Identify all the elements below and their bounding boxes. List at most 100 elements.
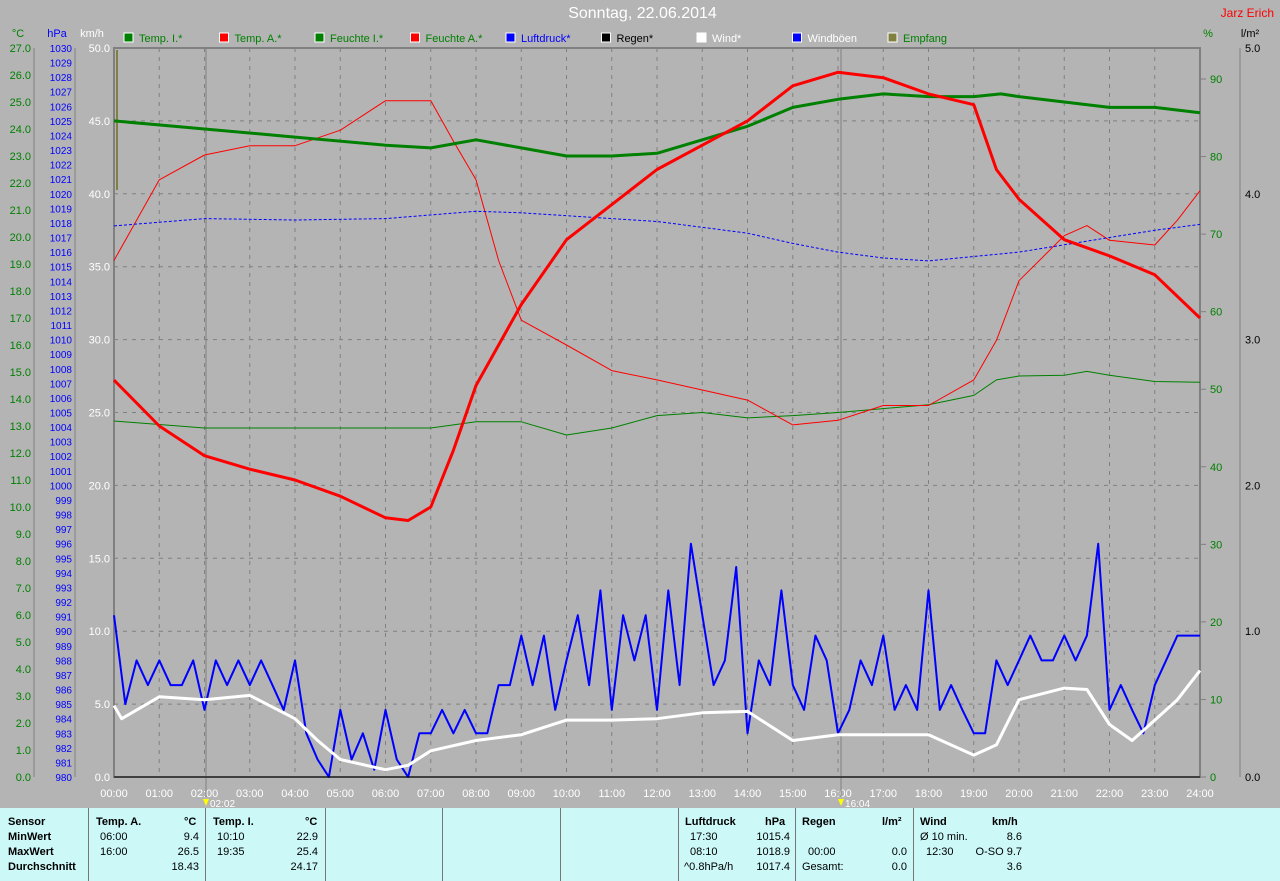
pressure-axis-tick: 1021 xyxy=(50,175,73,186)
pressure-axis-tick: 1025 xyxy=(50,117,73,128)
temp-axis-tick: 11.0 xyxy=(10,475,31,487)
pressure-axis-tick: 1002 xyxy=(50,452,73,463)
wind-axis-tick: 5.0 xyxy=(95,699,110,711)
statistics-table: Sensor MinWert MaxWert Durchschnitt Temp… xyxy=(0,808,1280,881)
pressure-axis-tick: 998 xyxy=(55,511,72,522)
temp-axis-tick: 17.0 xyxy=(10,313,31,325)
humidity-axis-tick: 20 xyxy=(1210,617,1222,629)
legend-label: Empfang xyxy=(903,33,947,45)
legend-swatch xyxy=(505,32,516,43)
legend-swatch xyxy=(601,32,611,43)
pressure-axis-tick: 996 xyxy=(55,540,72,551)
wind-axis-tick: 50.0 xyxy=(89,43,110,55)
pressure-axis-tick: 997 xyxy=(55,525,72,536)
x-tick-label: 22:00 xyxy=(1096,788,1124,800)
pressure-axis-tick: 1003 xyxy=(50,438,73,449)
rain-max-time: 00:00 xyxy=(808,846,836,858)
temp-axis-tick: 23.0 xyxy=(10,151,31,163)
temp-a-min-time: 06:00 xyxy=(100,831,128,843)
pressure-axis-tick: 983 xyxy=(55,729,72,740)
x-tick-label: 19:00 xyxy=(960,788,988,800)
pressure-axis-tick: 988 xyxy=(55,656,72,667)
pressure-axis-tick: 1008 xyxy=(50,365,73,376)
x-tick-label: 06:00 xyxy=(372,788,400,800)
humidity-axis-tick: 90 xyxy=(1210,74,1222,86)
temp-i-avg: 24.17 xyxy=(290,861,318,873)
pressure-axis-tick: 1019 xyxy=(50,204,73,215)
x-tick-label: 05:00 xyxy=(326,788,354,800)
pressure-axis-tick: 1006 xyxy=(50,394,73,405)
pressure-axis-tick: 991 xyxy=(55,613,72,624)
legend-label: Temp. A.* xyxy=(235,33,283,45)
author-label: Jarz Erich xyxy=(1220,6,1274,20)
pressure-trend: ^0.8hPa/h xyxy=(684,861,734,873)
wind-axis-tick: 40.0 xyxy=(89,189,110,201)
wind-unit: km/h xyxy=(992,816,1018,828)
pressure-axis-tick: 985 xyxy=(55,700,72,711)
pressure-axis-tick: 1000 xyxy=(50,481,73,492)
pressure-max-time: 08:10 xyxy=(690,846,718,858)
wind-axis-tick: 30.0 xyxy=(89,335,110,347)
series-feuchte-i xyxy=(113,370,1201,436)
rain-axis-tick: 0.0 xyxy=(1245,772,1260,784)
temp-axis-tick: 21.0 xyxy=(10,205,31,217)
pressure-axis-tick: 1027 xyxy=(50,88,73,99)
humidity-axis-unit: % xyxy=(1203,28,1213,40)
durchschnitt-label: Durchschnitt xyxy=(8,861,76,873)
legend-swatch xyxy=(219,32,229,43)
x-tick-label: 13:00 xyxy=(688,788,716,800)
x-tick-label: 07:00 xyxy=(417,788,445,800)
humidity-axis-tick: 30 xyxy=(1210,539,1222,551)
temp-axis-tick: 25.0 xyxy=(10,97,31,109)
pressure-axis-tick: 986 xyxy=(55,686,72,697)
x-tick-label: 01:00 xyxy=(145,788,173,800)
x-tick-label: 08:00 xyxy=(462,788,490,800)
x-tick-label: 04:00 xyxy=(281,788,309,800)
temp-a-unit: °C xyxy=(184,816,197,828)
temp-axis-tick: 12.0 xyxy=(10,448,31,460)
weather-chart: 00:00 01:00 02:00 03:00 04:00 05:00 06:00 07:00… xyxy=(10,28,1261,808)
wind-header: Wind xyxy=(920,816,947,828)
temp-axis-tick: 15.0 xyxy=(10,367,31,379)
pressure-axis-tick: 1018 xyxy=(50,219,73,230)
rain-total: 0.0 xyxy=(891,861,907,873)
wind-axis-tick: 35.0 xyxy=(89,262,110,274)
temp-axis-tick: 16.0 xyxy=(10,340,31,352)
humidity-axis-tick: 60 xyxy=(1210,307,1222,319)
maxwert-label: MaxWert xyxy=(8,846,54,858)
pressure-axis-tick: 1030 xyxy=(50,44,73,55)
legend-label: Wind* xyxy=(712,33,742,45)
pressure-axis-tick: 1011 xyxy=(50,321,72,332)
temp-axis-tick: 14.0 xyxy=(10,394,31,406)
x-tick-label: 21:00 xyxy=(1050,788,1078,800)
rain-max: 0.0 xyxy=(891,846,907,858)
legend-label: Regen* xyxy=(617,33,654,45)
rain-total-label: Gesamt: xyxy=(802,861,844,873)
temp-axis-tick: 26.0 xyxy=(10,70,31,82)
pressure-axis-tick: 989 xyxy=(55,642,72,653)
temp-axis-tick: 27.0 xyxy=(10,43,31,55)
temp-axis-tick: 9.0 xyxy=(16,529,31,541)
wind-avg: 3.6 xyxy=(1006,861,1022,873)
legend-label: Feuchte A.* xyxy=(426,33,484,45)
humidity-axis-tick: 70 xyxy=(1210,229,1222,241)
temp-i-min-time: 10:10 xyxy=(217,831,245,843)
pressure-axis-tick: 1022 xyxy=(50,161,73,172)
wind-axis-tick: 10.0 xyxy=(89,626,110,638)
sensor-header: Sensor xyxy=(8,816,46,828)
x-tick-label: 23:00 xyxy=(1141,788,1169,800)
pressure-axis-tick: 990 xyxy=(55,627,72,638)
wind-axis-tick: 25.0 xyxy=(89,408,110,420)
pressure-min-time: 17:30 xyxy=(690,831,718,843)
pressure-axis-tick: 1005 xyxy=(50,409,73,420)
x-tick-label: 20:00 xyxy=(1005,788,1033,800)
temp-a-min: 9.4 xyxy=(183,831,199,843)
legend-swatch xyxy=(887,32,898,43)
temp-i-min: 22.9 xyxy=(296,831,318,843)
x-tick-label: 14:00 xyxy=(734,788,762,800)
wind-axis-tick: 15.0 xyxy=(89,553,110,565)
wind-axis-unit: km/h xyxy=(80,28,104,40)
pressure-axis-tick: 994 xyxy=(55,569,72,580)
pressure-axis-tick: 1017 xyxy=(50,234,73,245)
rain-axis-tick: 1.0 xyxy=(1245,626,1260,638)
